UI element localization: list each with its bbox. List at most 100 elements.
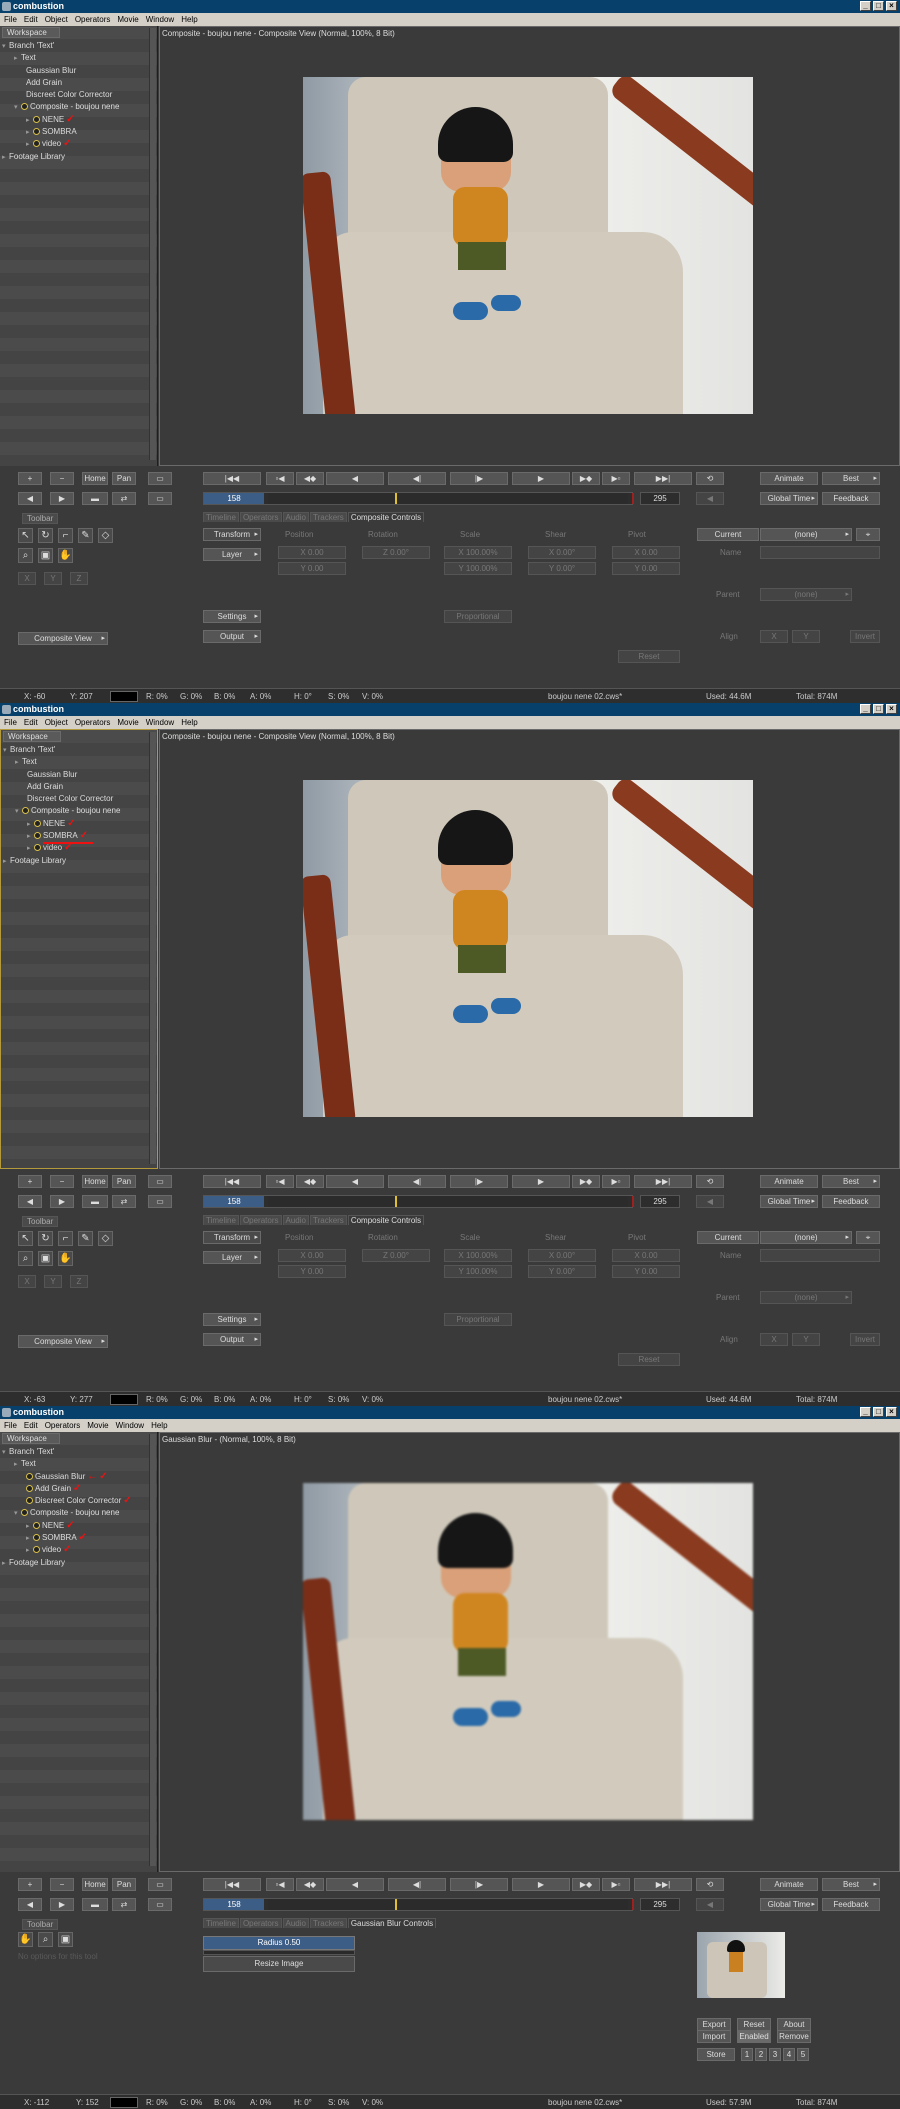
forward-button[interactable]: ▶ (50, 1195, 74, 1208)
minimize-button[interactable]: _ (860, 704, 871, 714)
tree-text[interactable]: ▸ Text (3, 756, 149, 768)
menu-file[interactable]: File (4, 718, 17, 727)
tree-text[interactable]: ▸ Text (2, 1458, 148, 1470)
current-frame[interactable]: 158 (204, 1196, 264, 1207)
toolbar-tab[interactable]: Toolbar (22, 513, 59, 524)
shear-y-field[interactable]: Y 0.00° (528, 562, 596, 575)
forward-button[interactable]: ▶ (50, 492, 74, 505)
playhead[interactable] (395, 493, 397, 504)
tree-composite[interactable]: ▾ Composite - boujou nene (2, 1507, 148, 1519)
pivot-y-field[interactable]: Y 0.00 (612, 1265, 680, 1278)
hand-icon[interactable]: ✋ (58, 548, 73, 563)
pick-icon[interactable]: ⌖ (856, 1231, 880, 1244)
align-y-button[interactable]: Y (792, 630, 820, 643)
zoom-in-button[interactable]: + (18, 1175, 42, 1188)
tree-color-corrector[interactable]: Discreet Color Corrector ✓ (2, 1495, 148, 1507)
close-button[interactable]: × (886, 1, 897, 11)
tree-add-grain[interactable]: Add Grain ✓ (2, 1483, 148, 1495)
composite-image[interactable] (303, 780, 753, 1117)
tree-add-grain[interactable]: Add Grain (2, 77, 148, 89)
menu-edit[interactable]: Edit (24, 1421, 38, 1430)
pivot-y-field[interactable]: Y 0.00 (612, 562, 680, 575)
swap-icon[interactable]: ⇄ (112, 1195, 136, 1208)
animate-button[interactable]: Animate (760, 472, 818, 485)
reverse-keyframe-button[interactable]: ◀◆ (296, 472, 324, 485)
invert-button[interactable]: Invert (850, 1333, 880, 1346)
tree-gaussian-blur[interactable]: Gaussian Blur (2, 65, 148, 77)
step-back-button[interactable]: ◀| (388, 1175, 446, 1188)
minimize-button[interactable]: _ (860, 1407, 871, 1417)
crop-icon[interactable]: ⌐ (58, 528, 73, 543)
tree-color-corrector[interactable]: Discreet Color Corrector (3, 793, 149, 805)
play-reverse-button[interactable]: ◀ (326, 1175, 384, 1188)
menu-operators[interactable]: Operators (75, 718, 111, 727)
display-icon[interactable]: ▭ (148, 492, 172, 505)
animate-button[interactable]: Animate (760, 1175, 818, 1188)
crop-icon[interactable]: ⌐ (58, 1231, 73, 1246)
resize-image-button[interactable]: Resize Image (203, 1956, 355, 1972)
transform-button[interactable]: Transform (203, 1231, 261, 1244)
close-button[interactable]: × (886, 1407, 897, 1417)
composite-viewer[interactable]: Composite - boujou nene - Composite View… (159, 26, 900, 466)
home-button[interactable]: Home (82, 1175, 108, 1188)
tab-timeline[interactable]: Timeline (203, 1215, 239, 1225)
tree-branch[interactable]: ▾ Branch 'Text' (3, 744, 149, 756)
tree-layer-sombra[interactable]: ▸ SOMBRA (2, 126, 148, 138)
tree-add-grain[interactable]: Add Grain (3, 781, 149, 793)
axis-y-button[interactable]: Y (44, 1275, 62, 1288)
parent-dropdown[interactable]: (none) (760, 1291, 852, 1304)
monitor-icon[interactable]: ▭ (148, 472, 172, 485)
rotate-icon[interactable]: ↻ (38, 528, 53, 543)
go-to-start-button[interactable]: |◀◀ (203, 1175, 261, 1188)
position-x-field[interactable]: X 0.00 (278, 1249, 346, 1262)
tab-operators[interactable]: Operators (239, 1215, 282, 1225)
tree-footage-library[interactable]: ▸ Footage Library (2, 151, 148, 163)
tab-trackers[interactable]: Trackers (309, 512, 347, 522)
mask-icon[interactable]: ◇ (98, 1231, 113, 1246)
go-to-end-button[interactable]: ▶▶| (634, 472, 692, 485)
feedback-button[interactable]: Feedback (822, 492, 880, 505)
composite-image[interactable] (303, 77, 753, 414)
menu-movie[interactable]: Movie (117, 15, 138, 24)
zoom-out-button[interactable]: − (50, 472, 74, 485)
quality-dropdown[interactable]: Best (822, 472, 880, 485)
remove-button[interactable]: Remove (777, 2030, 811, 2043)
feedback-button[interactable]: Feedback (822, 1195, 880, 1208)
pivot-x-field[interactable]: X 0.00 (612, 1249, 680, 1262)
proportional-button[interactable]: Proportional (444, 1313, 512, 1326)
position-y-field[interactable]: Y 0.00 (278, 1265, 346, 1278)
tree-layer-video[interactable]: ▸ video ✓ (2, 138, 148, 150)
go-to-start-button[interactable]: |◀◀ (203, 472, 261, 485)
timeline-end-button[interactable]: ◀ (696, 1195, 724, 1208)
slot-4-button[interactable]: 4 (783, 2048, 795, 2061)
composite-view-dropdown[interactable]: Composite View (18, 632, 108, 645)
output-button[interactable]: Output (203, 630, 261, 643)
hand-icon[interactable]: ✋ (58, 1251, 73, 1266)
end-frame[interactable]: 295 (640, 492, 680, 505)
prev-key-button[interactable]: ▫◀ (266, 472, 294, 485)
swap-icon[interactable]: ⇄ (112, 492, 136, 505)
transform-button[interactable]: Transform (203, 528, 261, 541)
import-button[interactable]: Import (697, 2030, 731, 2043)
tree-gaussian-blur[interactable]: Gaussian Blur ← ✓ (2, 1471, 148, 1483)
loop-button[interactable]: ⟲ (696, 1175, 724, 1188)
tree-footage-library[interactable]: ▸ Footage Library (2, 1557, 148, 1569)
global-time-dropdown[interactable]: Global Time (760, 1195, 818, 1208)
menu-operators[interactable]: Operators (45, 1421, 81, 1430)
pan-button[interactable]: Pan (112, 472, 136, 485)
shear-y-field[interactable]: Y 0.00° (528, 1265, 596, 1278)
timeline-scrubber[interactable]: 158 (203, 492, 634, 505)
current-frame[interactable]: 158 (204, 493, 264, 504)
global-time-dropdown[interactable]: Global Time (760, 492, 818, 505)
workspace-scrollbar[interactable] (149, 1434, 156, 1866)
pivot-x-field[interactable]: X 0.00 (612, 546, 680, 559)
zoom-icon[interactable]: ⌕ (18, 1251, 33, 1266)
output-button[interactable]: Output (203, 1333, 261, 1346)
tree-layer-nene[interactable]: ▸ NENE ✓ (2, 1520, 148, 1532)
tree-layer-nene[interactable]: ▸ NENE ✓ (3, 818, 149, 830)
tree-footage-library[interactable]: ▸ Footage Library (3, 855, 149, 867)
play-button[interactable]: ▶ (512, 472, 570, 485)
gaussian-blur-viewer[interactable]: Gaussian Blur - (Normal, 100%, 8 Bit) (159, 1432, 900, 1872)
workspace-tab[interactable]: Workspace (2, 27, 60, 38)
step-back-button[interactable]: ◀| (388, 472, 446, 485)
